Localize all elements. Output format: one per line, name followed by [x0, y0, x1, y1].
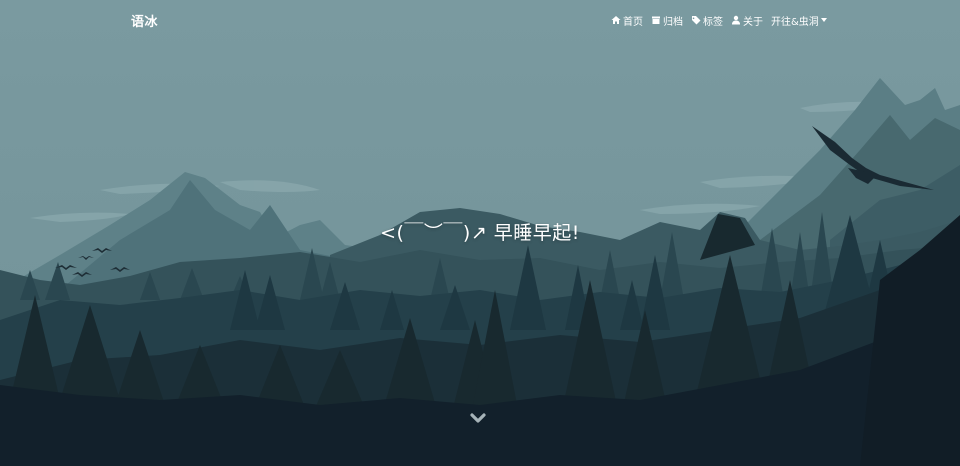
nav-item-label: 开往&虫洞 [771, 16, 819, 28]
nav-item-home[interactable]: 首页 [611, 13, 643, 28]
nav-item-label: 首页 [623, 16, 643, 28]
scroll-down-button[interactable] [469, 411, 487, 425]
home-icon [611, 16, 621, 24]
chevron-down-icon [820, 18, 827, 22]
nav-menu: 首页 归档 标签 关于 开往&虫洞 [611, 12, 835, 28]
nav-item-label: 归档 [663, 16, 683, 28]
nav-item-about[interactable]: 关于 [731, 13, 763, 28]
site-brand-link[interactable]: 语冰 [131, 11, 158, 30]
nav-item-tags[interactable]: 标签 [691, 13, 723, 28]
chevron-down-icon [470, 413, 486, 423]
nav-item-archive[interactable]: 归档 [651, 13, 683, 28]
nav-item-label: 关于 [743, 16, 763, 28]
nav-item-label: 标签 [703, 16, 723, 28]
nav-item-wormhole-dropdown[interactable]: 开往&虫洞 [771, 13, 827, 28]
hero-motto: <(￣︶￣)↗ 早睡早起! [380, 222, 580, 244]
archive-icon [652, 16, 660, 24]
user-icon [732, 15, 740, 25]
tag-icon [692, 16, 701, 25]
top-navbar: 语冰 首页 归档 标签 关于 开往&虫洞 [0, 0, 960, 40]
hero-banner: 语冰 首页 归档 标签 关于 开往&虫洞 <(￣︶￣)↗ 早睡早起! [0, 0, 960, 466]
